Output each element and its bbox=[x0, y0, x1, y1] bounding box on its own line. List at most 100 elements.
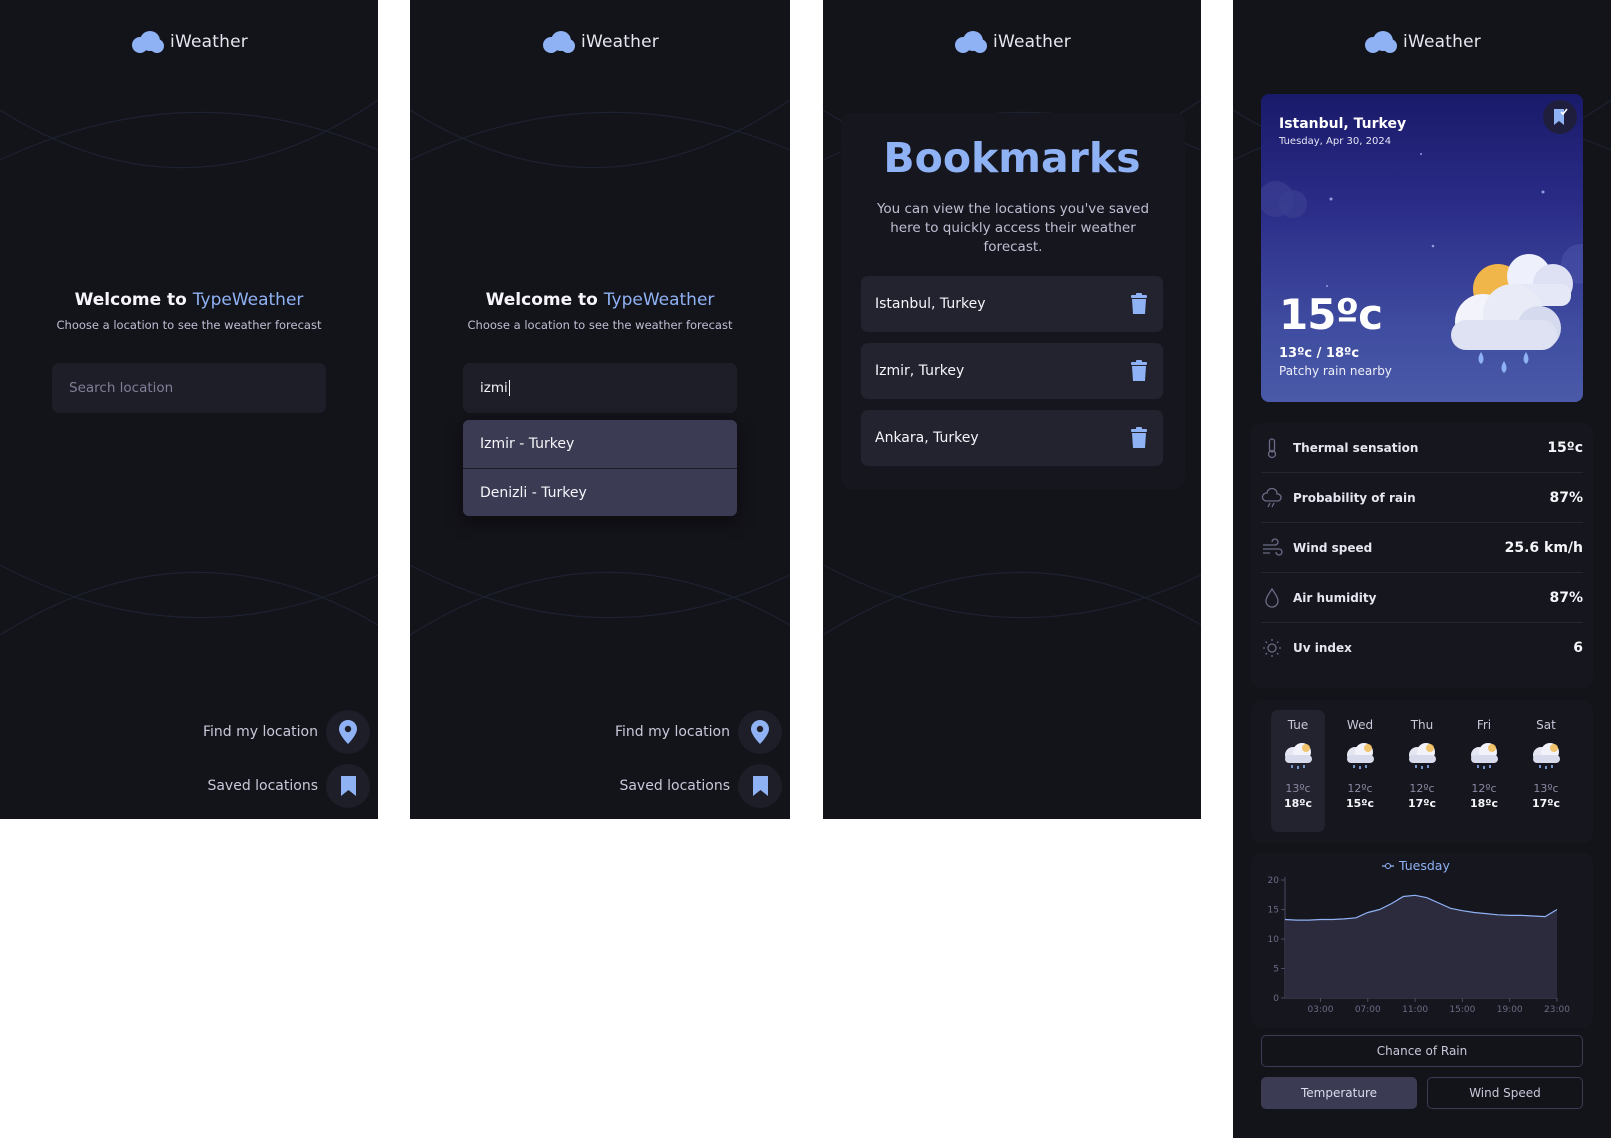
x-tick-label: 23:00 bbox=[1544, 1005, 1570, 1015]
trash-icon[interactable] bbox=[1129, 360, 1149, 382]
forecast-day-name: Sat bbox=[1536, 718, 1556, 732]
detail-value: 15ºc bbox=[1547, 439, 1583, 456]
tab-chance-of-rain[interactable]: Chance of Rain bbox=[1261, 1035, 1583, 1067]
detail-value: 6 bbox=[1573, 640, 1583, 656]
rain-cloud-icon bbox=[1471, 743, 1498, 769]
search-input[interactable]: izmi bbox=[463, 363, 737, 413]
forecast-day[interactable]: Thu 12ºc 17ºc bbox=[1395, 710, 1449, 832]
forecast-max: 18ºc bbox=[1283, 797, 1313, 810]
forecast-day-name: Thu bbox=[1410, 718, 1434, 732]
app-logo: iWeather bbox=[1233, 30, 1611, 54]
x-tick-label: 15:00 bbox=[1449, 1005, 1475, 1015]
detail-row-uv: Uv index 6 bbox=[1261, 623, 1583, 673]
detail-row-wind: Wind speed 25.6 km/h bbox=[1261, 523, 1583, 573]
forecast-max: 18ºc bbox=[1469, 797, 1499, 810]
brand-name: TypeWeather bbox=[192, 290, 304, 310]
chart-legend[interactable]: Tuesday bbox=[1382, 858, 1450, 873]
find-location-action[interactable]: Find my location bbox=[203, 710, 370, 754]
thermometer-icon bbox=[1267, 437, 1277, 458]
welcome-heading: Welcome to TypeWeather bbox=[0, 290, 378, 310]
saved-locations-button[interactable] bbox=[326, 764, 370, 808]
cloud-logo-icon bbox=[543, 31, 576, 53]
tab-temperature[interactable]: Temperature bbox=[1261, 1077, 1417, 1109]
y-tick-label: 5 bbox=[1273, 965, 1279, 975]
legend-label: Tuesday bbox=[1398, 858, 1450, 873]
welcome-subtitle: Choose a location to see the weather for… bbox=[56, 318, 322, 332]
find-location-button[interactable] bbox=[326, 710, 370, 754]
current-temperature: 15ºc bbox=[1279, 290, 1383, 339]
saved-locations-action[interactable]: Saved locations bbox=[619, 764, 782, 808]
search-input[interactable]: Search location bbox=[52, 363, 326, 413]
welcome-subtitle: Choose a location to see the weather for… bbox=[467, 318, 733, 332]
y-tick-label: 0 bbox=[1273, 994, 1279, 1004]
detail-label: Wind speed bbox=[1293, 540, 1373, 555]
weather-details-screen: iWeather Istanbul, Turkey Tuesday, Apr 3… bbox=[1233, 0, 1611, 1138]
bookmark-item[interactable]: Izmir, Turkey bbox=[861, 343, 1163, 399]
temperature-area bbox=[1285, 895, 1557, 998]
bookmarks-title: Bookmarks bbox=[883, 134, 1141, 182]
detail-row-humidity: Air humidity 87% bbox=[1261, 573, 1583, 623]
bookmark-toggle-button[interactable] bbox=[1543, 100, 1577, 134]
welcome-heading: Welcome to TypeWeather bbox=[410, 290, 790, 310]
app-logo: iWeather bbox=[823, 30, 1201, 54]
bookmark-icon bbox=[752, 776, 768, 796]
rain-cloud-icon bbox=[1347, 743, 1374, 769]
x-tick-label: 07:00 bbox=[1355, 1005, 1381, 1015]
trash-icon[interactable] bbox=[1129, 427, 1149, 449]
bookmark-item-label: Istanbul, Turkey bbox=[875, 296, 986, 312]
y-tick-label: 15 bbox=[1268, 906, 1279, 916]
forecast-min: 12ºc bbox=[1347, 782, 1373, 795]
bookmark-icon bbox=[340, 776, 356, 796]
detail-label: Air humidity bbox=[1293, 590, 1377, 605]
app-logo: iWeather bbox=[0, 30, 378, 54]
forecast-day[interactable]: Tue 13ºc 18ºc bbox=[1271, 710, 1325, 832]
forecast-day-name: Fri bbox=[1476, 718, 1492, 732]
detail-row-thermal: Thermal sensation 15ºc bbox=[1261, 423, 1583, 473]
trash-icon[interactable] bbox=[1129, 293, 1149, 315]
rain-cloud-icon bbox=[1409, 743, 1436, 769]
background-waves-bottom bbox=[823, 564, 1201, 636]
find-location-button[interactable] bbox=[738, 710, 782, 754]
app-name: iWeather bbox=[1403, 32, 1481, 52]
forecast-max: 17ºc bbox=[1531, 797, 1561, 810]
welcome-prefix: Welcome to bbox=[485, 290, 604, 310]
cloud-logo-icon bbox=[955, 31, 988, 53]
bookmarks-description: You can view the locations you've saved … bbox=[876, 201, 1150, 255]
suggestion-item[interactable]: Izmir - Turkey bbox=[463, 420, 737, 468]
tab-wind-speed[interactable]: Wind Speed bbox=[1427, 1077, 1583, 1109]
forecast-day[interactable]: Sat 13ºc 17ºc bbox=[1519, 710, 1573, 832]
saved-locations-button[interactable] bbox=[738, 764, 782, 808]
search-screen: iWeather Welcome to TypeWeather Choose a… bbox=[410, 0, 790, 819]
legend-marker bbox=[1385, 863, 1391, 869]
saved-locations-label: Saved locations bbox=[207, 778, 318, 794]
app-logo: iWeather bbox=[410, 30, 790, 54]
forecast-day[interactable]: Fri 12ºc 18ºc bbox=[1457, 710, 1511, 832]
forecast-day[interactable]: Wed 12ºc 15ºc bbox=[1333, 710, 1387, 832]
search-placeholder: Search location bbox=[69, 380, 174, 396]
current-city: Istanbul, Turkey bbox=[1279, 116, 1407, 132]
app-name: iWeather bbox=[170, 32, 248, 52]
map-pin-icon bbox=[751, 720, 769, 744]
current-date: Tuesday, Apr 30, 2024 bbox=[1279, 136, 1392, 147]
detail-label: Thermal sensation bbox=[1293, 440, 1419, 455]
detail-label: Uv index bbox=[1293, 641, 1352, 655]
suggestions-dropdown: Izmir - Turkey Denizli - Turkey bbox=[463, 420, 737, 516]
rain-cloud-icon bbox=[1285, 743, 1312, 769]
background-waves bbox=[0, 99, 378, 169]
x-tick-label: 11:00 bbox=[1402, 1005, 1428, 1015]
welcome-prefix: Welcome to bbox=[74, 290, 193, 310]
bookmark-item-label: Izmir, Turkey bbox=[875, 363, 965, 379]
temperature-range: 13ºc / 18ºc bbox=[1279, 346, 1360, 361]
forecast-day-name: Wed bbox=[1346, 718, 1374, 732]
app-name: iWeather bbox=[993, 32, 1071, 52]
saved-locations-action[interactable]: Saved locations bbox=[207, 764, 370, 808]
wind-icon bbox=[1263, 537, 1283, 556]
find-location-label: Find my location bbox=[614, 724, 730, 740]
brand-name: TypeWeather bbox=[603, 290, 715, 310]
bookmark-item[interactable]: Ankara, Turkey bbox=[861, 410, 1163, 466]
find-location-action[interactable]: Find my location bbox=[615, 710, 782, 754]
rain-cloud-icon bbox=[1533, 743, 1560, 769]
forecast-day-name: Tue bbox=[1287, 718, 1309, 732]
suggestion-item[interactable]: Denizli - Turkey bbox=[463, 468, 737, 516]
bookmark-item[interactable]: Istanbul, Turkey bbox=[861, 276, 1163, 332]
